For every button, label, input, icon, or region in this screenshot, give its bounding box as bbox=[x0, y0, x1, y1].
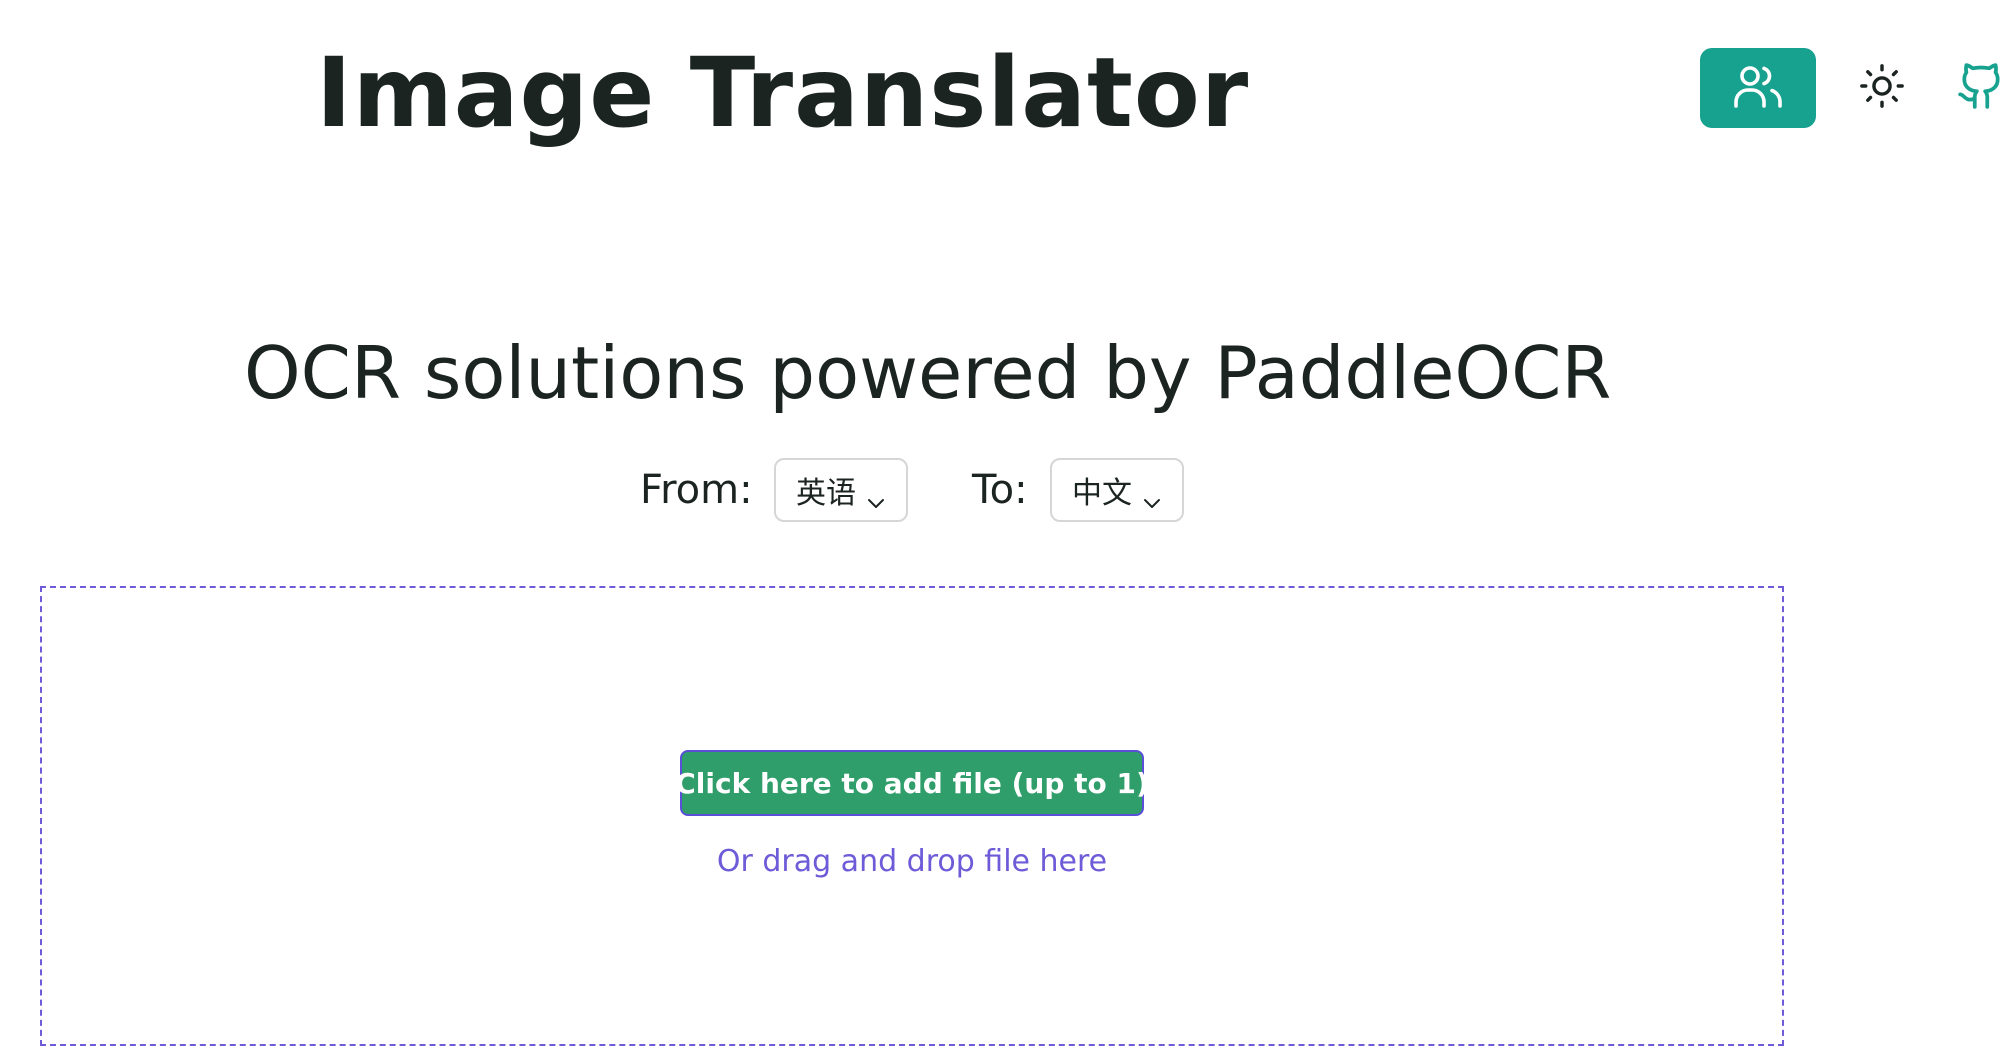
from-label: From: bbox=[640, 467, 753, 513]
github-icon bbox=[1956, 61, 2006, 115]
to-language-value: 中文 bbox=[1072, 476, 1132, 511]
language-selector-row: From: 英语 To: 中文 bbox=[0, 458, 2014, 522]
to-label: To: bbox=[972, 467, 1028, 513]
chevron-down-icon bbox=[866, 483, 886, 508]
users-icon bbox=[1732, 62, 1784, 114]
page-subtitle: OCR solutions powered by PaddleOCR bbox=[244, 331, 1612, 415]
from-language-select[interactable]: 英语 bbox=[774, 458, 908, 522]
from-language-value: 英语 bbox=[796, 476, 856, 511]
chevron-down-icon bbox=[1142, 483, 1162, 508]
add-file-button[interactable]: Click here to add file (up to 1) bbox=[675, 750, 1149, 816]
file-dropzone[interactable]: Click here to add file (up to 1) Or drag… bbox=[40, 586, 1784, 1046]
drag-drop-hint: Or drag and drop file here bbox=[716, 844, 1108, 879]
users-button[interactable] bbox=[1700, 48, 1816, 128]
app-title: Image Translator bbox=[316, 37, 1250, 149]
theme-toggle-button[interactable] bbox=[1854, 60, 1910, 116]
to-language-select[interactable]: 中文 bbox=[1050, 458, 1184, 522]
github-link[interactable] bbox=[1956, 60, 2012, 116]
page: Image Translator OCR solutions powered b… bbox=[0, 0, 2014, 1064]
sun-icon bbox=[1859, 63, 1905, 113]
